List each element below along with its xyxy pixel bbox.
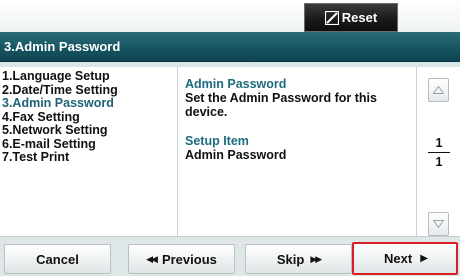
triangle-down-icon (433, 220, 444, 228)
reset-icon (324, 10, 339, 25)
bottom-button-bar: Cancel ◀◀ Previous Skip ▶▶ Next ▶ (0, 236, 460, 276)
reset-button[interactable]: Reset (304, 3, 398, 32)
step-date-time-setting: 2.Date/Time Setting (2, 82, 118, 97)
next-button[interactable]: Next ▶ (352, 242, 458, 275)
scroll-down-button[interactable] (428, 212, 449, 236)
setup-steps-list: 1.Language Setup 2.Date/Time Setting 3.A… (0, 67, 178, 236)
content-heading: Admin Password (185, 77, 287, 91)
page-current: 1 (435, 136, 443, 150)
content-panel: Admin Password Set the Admin Password fo… (179, 67, 415, 236)
double-right-arrow-icon: ▶▶ (310, 253, 322, 264)
content-description-line1: Set the Admin Password for this (185, 91, 377, 105)
setup-item-heading: Setup Item (185, 134, 249, 148)
top-bar: Reset (0, 0, 460, 32)
title-bar: 3.Admin Password (0, 32, 460, 62)
skip-button[interactable]: Skip ▶▶ (245, 244, 352, 274)
page-indicator: 1 1 (428, 136, 450, 170)
step-admin-password: 3.Admin Password (2, 96, 114, 110)
triangle-up-icon (433, 86, 444, 94)
step-email-setting: 6.E-mail Setting (2, 136, 96, 151)
scroll-column: 1 1 (416, 67, 460, 236)
previous-label: Previous (161, 251, 217, 267)
step-fax-setting: 4.Fax Setting (2, 109, 80, 124)
previous-button[interactable]: ◀◀ Previous (128, 244, 235, 274)
step-test-print: 7.Test Print (2, 150, 70, 164)
setup-item-value: Admin Password (185, 148, 287, 162)
scroll-up-button[interactable] (428, 78, 449, 102)
next-label: Next (384, 251, 413, 266)
step-network-setting: 5.Network Setting (2, 123, 108, 137)
page-title: 3.Admin Password (4, 39, 121, 54)
page-total: 1 (435, 155, 443, 169)
skip-label: Skip (276, 251, 305, 267)
double-left-arrow-icon: ◀◀ (146, 253, 158, 264)
page-fraction-bar (428, 152, 450, 153)
cancel-button[interactable]: Cancel (4, 244, 111, 274)
cancel-label: Cancel (36, 251, 79, 267)
step-language-setup: 1.Language Setup (2, 69, 110, 83)
content-description-line2: device. (185, 105, 228, 119)
reset-label: Reset (341, 10, 378, 25)
right-arrow-icon: ▶ (420, 253, 428, 264)
